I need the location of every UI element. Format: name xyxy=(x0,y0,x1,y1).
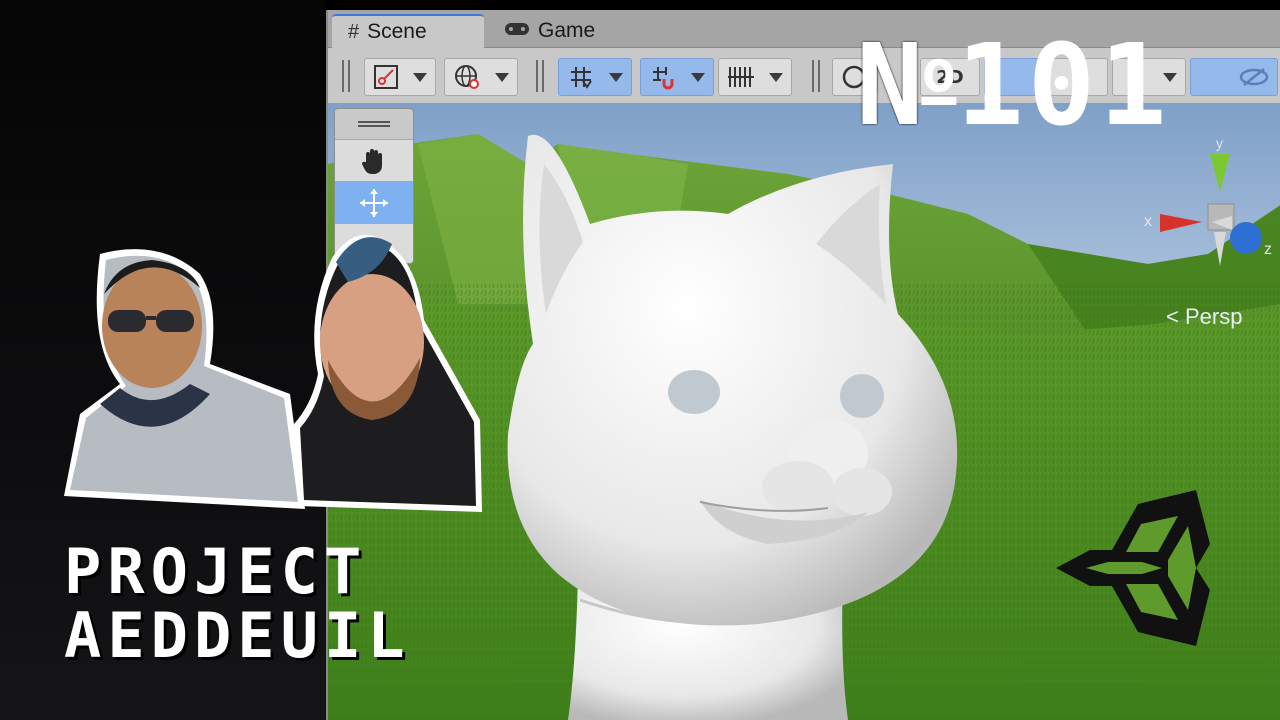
grid-snapping-button[interactable] xyxy=(558,58,632,96)
gizmo-y-label: y xyxy=(1216,135,1223,151)
chevron-down-icon xyxy=(769,72,783,82)
chevron-down-icon xyxy=(691,72,705,82)
project-title-line-2: AEDDEUIL xyxy=(64,599,411,672)
global-lighting-button[interactable] xyxy=(444,58,518,96)
tab-scene-label: Scene xyxy=(367,20,427,43)
draw-mode-icon xyxy=(374,65,398,89)
grid-visibility-button[interactable] xyxy=(718,58,792,96)
episode-prefix: N xyxy=(856,21,923,151)
project-title-line-1: PROJECT xyxy=(64,535,368,608)
episode-number-overlay: N o 101 xyxy=(856,21,1171,151)
chevron-down-icon xyxy=(609,72,623,82)
episode-superscript: o xyxy=(921,37,957,105)
grid-snap-icon xyxy=(571,67,592,89)
projection-label[interactable]: < Persp xyxy=(1166,304,1242,330)
project-title: PROJECT AEDDEUIL xyxy=(64,540,411,668)
gizmo-z-label: z xyxy=(1264,241,1272,258)
move-tool-button[interactable] xyxy=(335,181,413,223)
orientation-gizmo[interactable]: y x z xyxy=(1128,134,1278,284)
gizmo-x-label: x xyxy=(1144,213,1152,230)
toolbar-grip[interactable] xyxy=(342,60,350,92)
toolbar-grip[interactable] xyxy=(536,60,544,92)
palette-grip[interactable] xyxy=(335,109,413,139)
toolbar-grip[interactable] xyxy=(812,60,820,92)
hash-icon: # xyxy=(348,20,360,43)
move-icon xyxy=(360,188,388,217)
globe-icon xyxy=(455,65,479,89)
grid-lines-icon xyxy=(728,67,754,87)
gamepad-icon xyxy=(504,19,530,43)
eye-slash-icon xyxy=(1239,68,1269,86)
magnet-grid-icon xyxy=(653,67,674,90)
hidden-objects-button[interactable] xyxy=(1190,58,1278,96)
increment-snap-button[interactable] xyxy=(640,58,714,96)
host-photo-right xyxy=(294,234,482,513)
chevron-down-icon xyxy=(495,72,509,82)
draw-mode-button[interactable] xyxy=(364,58,436,96)
unity-logo-icon xyxy=(1056,490,1210,646)
hand-tool-button[interactable] xyxy=(335,139,413,181)
tab-game[interactable]: Game xyxy=(488,14,611,48)
host-photo-left xyxy=(64,249,305,510)
chevron-down-icon xyxy=(413,72,427,82)
tab-game-label: Game xyxy=(538,19,596,42)
hand-icon xyxy=(361,148,382,174)
episode-number: 101 xyxy=(956,21,1171,151)
tab-scene[interactable]: # Scene xyxy=(332,14,484,48)
